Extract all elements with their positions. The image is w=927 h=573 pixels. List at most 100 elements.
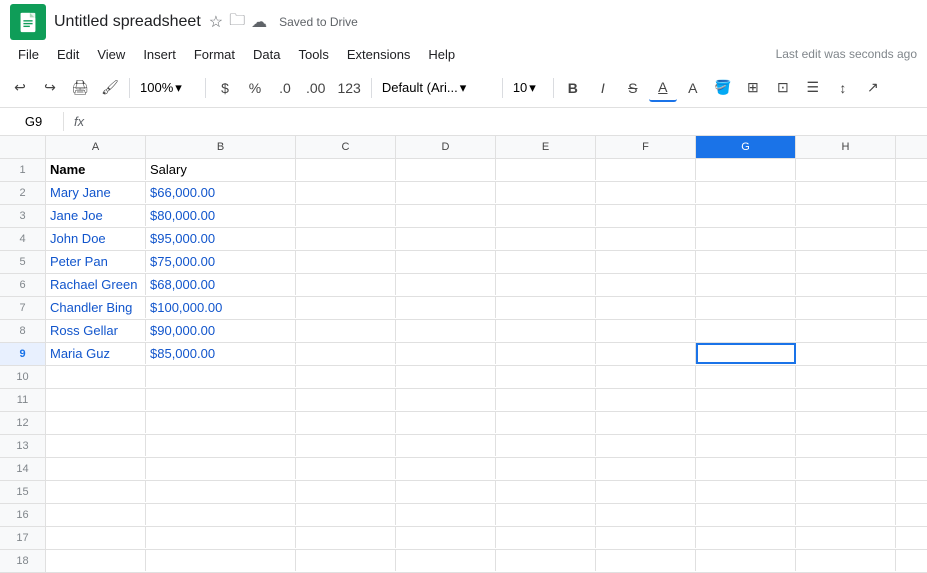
decimal-decrease-button[interactable]: .0 bbox=[271, 74, 299, 102]
cell-i13[interactable] bbox=[896, 435, 927, 456]
cell-f7[interactable] bbox=[596, 297, 696, 318]
cell-e8[interactable] bbox=[496, 320, 596, 341]
cell-i1[interactable] bbox=[896, 159, 927, 180]
cell-b15[interactable] bbox=[146, 481, 296, 502]
col-header-i[interactable]: I bbox=[896, 136, 927, 158]
cell-i18[interactable] bbox=[896, 550, 927, 571]
cell-e3[interactable] bbox=[496, 205, 596, 226]
cell-e17[interactable] bbox=[496, 527, 596, 548]
cell-f17[interactable] bbox=[596, 527, 696, 548]
cell-a8[interactable]: Ross Gellar bbox=[46, 320, 146, 341]
cell-a16[interactable] bbox=[46, 504, 146, 525]
cell-h1[interactable] bbox=[796, 159, 896, 180]
redo-button[interactable]: ↪ bbox=[36, 74, 64, 102]
cell-e13[interactable] bbox=[496, 435, 596, 456]
menu-view[interactable]: View bbox=[89, 44, 133, 65]
cell-f18[interactable] bbox=[596, 550, 696, 571]
cell-e6[interactable] bbox=[496, 274, 596, 295]
cell-c11[interactable] bbox=[296, 389, 396, 410]
menu-extensions[interactable]: Extensions bbox=[339, 44, 419, 65]
valign-button[interactable]: ↕ bbox=[829, 74, 857, 102]
cell-a7[interactable]: Chandler Bing bbox=[46, 297, 146, 318]
text-align-button[interactable]: ☰ bbox=[799, 74, 827, 102]
cell-h15[interactable] bbox=[796, 481, 896, 502]
cell-i9[interactable] bbox=[896, 343, 927, 364]
cell-a2[interactable]: Mary Jane bbox=[46, 182, 146, 203]
cell-h16[interactable] bbox=[796, 504, 896, 525]
cell-g8[interactable] bbox=[696, 320, 796, 341]
currency-button[interactable]: $ bbox=[211, 74, 239, 102]
cell-i6[interactable] bbox=[896, 274, 927, 295]
cell-a9[interactable]: Maria Guz bbox=[46, 343, 146, 364]
cell-i8[interactable] bbox=[896, 320, 927, 341]
cell-b2[interactable]: $66,000.00 bbox=[146, 182, 296, 203]
cell-h11[interactable] bbox=[796, 389, 896, 410]
cell-a17[interactable] bbox=[46, 527, 146, 548]
cell-a12[interactable] bbox=[46, 412, 146, 433]
cell-i4[interactable] bbox=[896, 228, 927, 249]
cell-d10[interactable] bbox=[396, 366, 496, 387]
cell-d18[interactable] bbox=[396, 550, 496, 571]
cell-i5[interactable] bbox=[896, 251, 927, 272]
cell-i7[interactable] bbox=[896, 297, 927, 318]
cell-b17[interactable] bbox=[146, 527, 296, 548]
cell-e16[interactable] bbox=[496, 504, 596, 525]
cell-a18[interactable] bbox=[46, 550, 146, 571]
cell-e2[interactable] bbox=[496, 182, 596, 203]
cell-h10[interactable] bbox=[796, 366, 896, 387]
cell-f13[interactable] bbox=[596, 435, 696, 456]
cell-h3[interactable] bbox=[796, 205, 896, 226]
cell-e7[interactable] bbox=[496, 297, 596, 318]
cell-b10[interactable] bbox=[146, 366, 296, 387]
more-formats-button[interactable]: 123 bbox=[332, 74, 365, 102]
cell-h17[interactable] bbox=[796, 527, 896, 548]
cell-g12[interactable] bbox=[696, 412, 796, 433]
formula-input[interactable] bbox=[94, 114, 923, 129]
cell-c12[interactable] bbox=[296, 412, 396, 433]
col-header-f[interactable]: F bbox=[596, 136, 696, 158]
cell-a14[interactable] bbox=[46, 458, 146, 479]
menu-file[interactable]: File bbox=[10, 44, 47, 65]
cell-b6[interactable]: $68,000.00 bbox=[146, 274, 296, 295]
font-size-selector[interactable]: 10 ▾ bbox=[508, 74, 548, 102]
cell-h12[interactable] bbox=[796, 412, 896, 433]
cell-c1[interactable] bbox=[296, 159, 396, 180]
cell-f4[interactable] bbox=[596, 228, 696, 249]
cell-i11[interactable] bbox=[896, 389, 927, 410]
cell-i14[interactable] bbox=[896, 458, 927, 479]
cell-f8[interactable] bbox=[596, 320, 696, 341]
cell-e9[interactable] bbox=[496, 343, 596, 364]
cell-g16[interactable] bbox=[696, 504, 796, 525]
cell-a4[interactable]: John Doe bbox=[46, 228, 146, 249]
cell-h6[interactable] bbox=[796, 274, 896, 295]
cell-f16[interactable] bbox=[596, 504, 696, 525]
cell-d16[interactable] bbox=[396, 504, 496, 525]
cell-b18[interactable] bbox=[146, 550, 296, 571]
cell-f12[interactable] bbox=[596, 412, 696, 433]
cell-h7[interactable] bbox=[796, 297, 896, 318]
cell-f5[interactable] bbox=[596, 251, 696, 272]
cell-b16[interactable] bbox=[146, 504, 296, 525]
cell-c6[interactable] bbox=[296, 274, 396, 295]
decimal-increase-button[interactable]: .00 bbox=[301, 74, 330, 102]
cell-f3[interactable] bbox=[596, 205, 696, 226]
bold-button[interactable]: B bbox=[559, 74, 587, 102]
cell-d17[interactable] bbox=[396, 527, 496, 548]
text-rotation-button[interactable]: ↗ bbox=[859, 74, 887, 102]
cell-d4[interactable] bbox=[396, 228, 496, 249]
cell-c4[interactable] bbox=[296, 228, 396, 249]
cell-c18[interactable] bbox=[296, 550, 396, 571]
cell-i16[interactable] bbox=[896, 504, 927, 525]
col-header-a[interactable]: A bbox=[46, 136, 146, 158]
cell-b4[interactable]: $95,000.00 bbox=[146, 228, 296, 249]
cell-g3[interactable] bbox=[696, 205, 796, 226]
cell-a11[interactable] bbox=[46, 389, 146, 410]
cell-d1[interactable] bbox=[396, 159, 496, 180]
text-color-button[interactable]: A bbox=[679, 74, 707, 102]
col-header-d[interactable]: D bbox=[396, 136, 496, 158]
cell-e14[interactable] bbox=[496, 458, 596, 479]
cell-e4[interactable] bbox=[496, 228, 596, 249]
cell-a15[interactable] bbox=[46, 481, 146, 502]
cell-d3[interactable] bbox=[396, 205, 496, 226]
cell-d7[interactable] bbox=[396, 297, 496, 318]
